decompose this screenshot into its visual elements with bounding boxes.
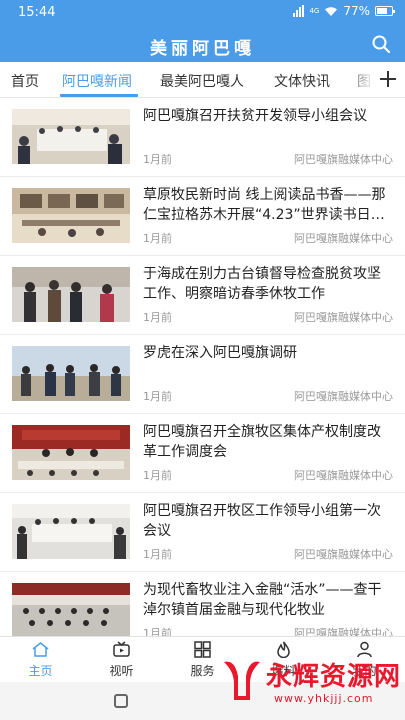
news-title: 阿巴嘎旗召开扶贫开发领导小组会议: [143, 108, 367, 124]
nav-home-label: 主页: [28, 664, 53, 678]
signal-icon: [293, 5, 305, 17]
news-time: 1月前: [143, 627, 172, 636]
news-time: 1月前: [143, 548, 172, 561]
news-source: 阿巴嘎旗融媒体中心: [294, 390, 393, 403]
news-thumbnail: [12, 346, 130, 401]
news-item[interactable]: 于海成在别力古台镇督导检查脱贫攻坚工作、明察暗访春季休牧工作 1月前 阿巴嘎旗融…: [0, 256, 405, 335]
news-source: 阿巴嘎旗融媒体中心: [294, 232, 393, 245]
news-item[interactable]: 罗虎在深入阿巴嘎旗调研 1月前 阿巴嘎旗融媒体中心: [0, 335, 405, 414]
news-time: 1月前: [143, 390, 172, 403]
wifi-icon: [325, 6, 338, 16]
watermark: 永辉资源网 www.yhkjjj.com: [218, 652, 403, 718]
status-bar: 15:44 4G 77%: [0, 0, 405, 26]
news-list: 阿巴嘎旗召开扶贫开发领导小组会议 1月前 阿巴嘎旗融媒体中心 草原牧民新时尚 线…: [0, 98, 405, 636]
news-source: 阿巴嘎旗融媒体中心: [294, 311, 393, 324]
watermark-url: www.yhkjjj.com: [274, 692, 374, 705]
nav-video-label: 视听: [109, 664, 134, 678]
tab-abaga-news[interactable]: 阿巴嘎新闻: [62, 71, 132, 91]
video-icon: [113, 641, 130, 657]
news-thumbnail: [12, 188, 130, 243]
news-title: 罗虎在深入阿巴嘎旗调研: [143, 345, 297, 361]
news-title: 草原牧民新时尚 线上阅读品书香——那仁宝拉格苏木开展“4.23”世界读书日线上阅…: [143, 187, 386, 223]
news-title: 于海成在别力古台镇督导检查脱贫攻坚工作、明察暗访春季休牧工作: [143, 266, 381, 302]
app-title: 美丽阿巴嘎: [150, 39, 255, 59]
tab-home[interactable]: 首页: [11, 71, 39, 91]
tab-culture-sports[interactable]: 文体快讯: [274, 71, 330, 91]
channel-tabs: 首页 阿巴嘎新闻 最美阿巴嘎人 文体快讯 图: [0, 62, 405, 98]
search-icon[interactable]: [371, 34, 391, 54]
news-time: 1月前: [143, 232, 172, 245]
news-thumbnail: [12, 504, 130, 559]
network-type: 4G: [309, 6, 320, 15]
plus-icon[interactable]: [377, 68, 399, 90]
news-thumbnail: [12, 583, 130, 636]
recent-apps-icon[interactable]: [114, 694, 128, 708]
tab-fade: [345, 62, 375, 97]
status-indicators: 4G 77%: [293, 4, 395, 18]
news-source: 阿巴嘎旗融媒体中心: [294, 153, 393, 166]
news-source: 阿巴嘎旗融媒体中心: [294, 469, 393, 482]
watermark-logo-icon: [224, 661, 260, 700]
active-tab-indicator: [60, 94, 138, 97]
news-item[interactable]: 阿巴嘎旗召开全旗牧区集体产权制度改革工作调度会 1月前 阿巴嘎旗融媒体中心: [0, 414, 405, 493]
battery-percent: 77%: [343, 4, 370, 18]
news-source: 阿巴嘎旗融媒体中心: [294, 627, 393, 636]
news-source: 阿巴嘎旗融媒体中心: [294, 548, 393, 561]
nav-video[interactable]: 视听: [81, 637, 162, 683]
news-time: 1月前: [143, 153, 172, 166]
news-thumbnail: [12, 425, 130, 480]
app-header: 美丽阿巴嘎: [0, 26, 405, 62]
news-title: 阿巴嘎旗召开牧区工作领导小组第一次会议: [143, 503, 381, 539]
news-title: 为现代畜牧业注入金融“活水”——查干淖尔镇首届金融与现代化牧业: [143, 582, 382, 618]
watermark-text: 永辉资源网: [266, 662, 402, 692]
status-time: 15:44: [18, 5, 56, 20]
nav-home[interactable]: 主页: [0, 637, 81, 683]
news-time: 1月前: [143, 311, 172, 324]
news-thumbnail: [12, 267, 130, 322]
news-thumbnail: [12, 109, 130, 164]
news-item[interactable]: 为现代畜牧业注入金融“活水”——查干淖尔镇首届金融与现代化牧业 1月前 阿巴嘎旗…: [0, 572, 405, 636]
battery-icon: [375, 6, 395, 16]
tab-abaga-people[interactable]: 最美阿巴嘎人: [160, 71, 244, 91]
news-item[interactable]: 草原牧民新时尚 线上阅读品书香——那仁宝拉格苏木开展“4.23”世界读书日线上阅…: [0, 177, 405, 256]
news-title: 阿巴嘎旗召开全旗牧区集体产权制度改革工作调度会: [143, 424, 381, 460]
news-time: 1月前: [143, 469, 172, 482]
grid-icon: [194, 641, 211, 658]
news-item[interactable]: 阿巴嘎旗召开牧区工作领导小组第一次会议 1月前 阿巴嘎旗融媒体中心: [0, 493, 405, 572]
home-icon: [32, 642, 49, 657]
news-item[interactable]: 阿巴嘎旗召开扶贫开发领导小组会议 1月前 阿巴嘎旗融媒体中心: [0, 98, 405, 177]
